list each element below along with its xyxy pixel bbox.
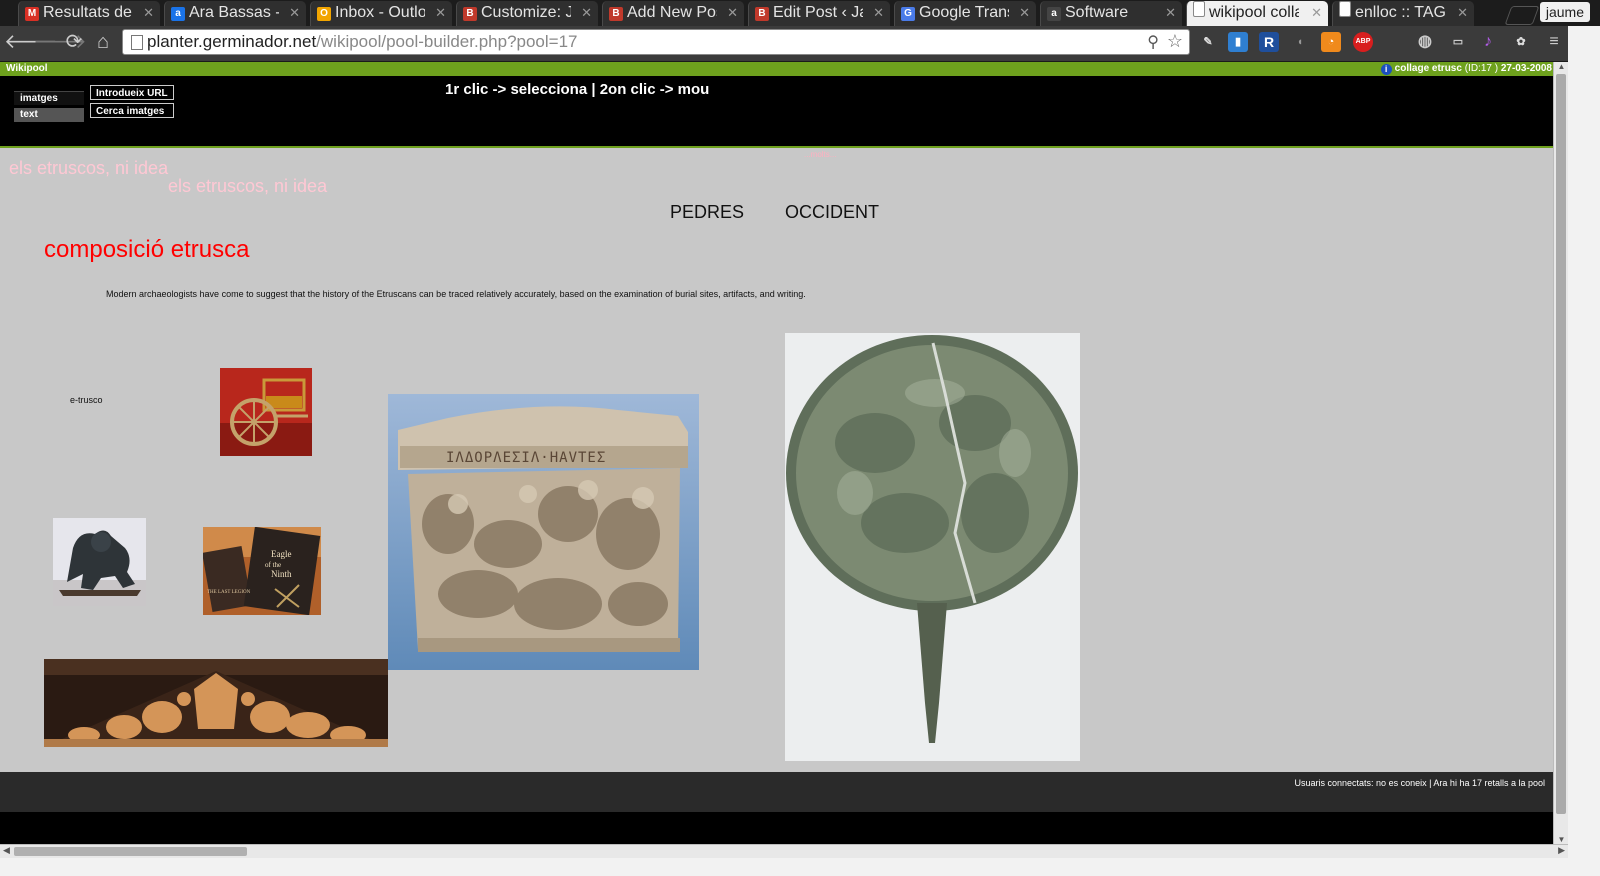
collage-heading[interactable]: composició etrusca xyxy=(44,236,249,264)
tab-3[interactable]: B Customize: J ✕ xyxy=(456,1,598,26)
pediment-frieze-image[interactable] xyxy=(44,659,388,747)
page-bottom-area xyxy=(0,812,1553,844)
tab-9[interactable]: enlloc :: TAG ✕ xyxy=(1332,1,1474,26)
collage-text-item[interactable]: e-trusco xyxy=(70,395,103,405)
search-images-button[interactable]: Cerca imatges xyxy=(90,103,174,118)
chariot-image[interactable] xyxy=(220,368,312,456)
collage-text-item[interactable]: els etruscos, ni idea xyxy=(168,176,327,197)
page-icon xyxy=(1193,1,1205,17)
tab-0[interactable]: M Resultats de ✕ xyxy=(18,1,160,26)
tab-6[interactable]: G Google Trans ✕ xyxy=(894,1,1036,26)
forward-button[interactable]: 🡒 xyxy=(33,30,87,54)
chimera-image[interactable] xyxy=(53,518,146,606)
info-icon[interactable]: i xyxy=(1380,64,1392,75)
wikipool-brand[interactable]: Wikipool xyxy=(6,63,48,74)
instructions-text: 1r clic -> selecciona | 2on clic -> mou xyxy=(445,81,710,98)
tab-7[interactable]: a Software ✕ xyxy=(1040,1,1182,26)
close-tab-icon[interactable]: ✕ xyxy=(1457,1,1468,25)
browser-tab-strip: M Resultats de ✕ a Ara Bassas - ✕ O Inbox - … xyxy=(0,0,1600,26)
close-tab-icon[interactable]: ✕ xyxy=(435,1,446,25)
wikipool-footer: Usuaris connectats: no es coneix | Ara h… xyxy=(0,772,1553,812)
scroll-right-icon[interactable]: ▶ xyxy=(1558,845,1565,856)
menu-icon[interactable]: ≡ xyxy=(1544,32,1564,52)
reload-button[interactable]: ⟳ xyxy=(62,30,86,54)
extension-off-icon[interactable]: ✿ xyxy=(1511,32,1531,52)
music-icon[interactable]: ♪ xyxy=(1478,32,1498,52)
close-tab-icon[interactable]: ✕ xyxy=(1019,1,1030,25)
home-button[interactable]: ⌂ xyxy=(91,30,115,54)
tab-8-active[interactable]: wikipool colla ✕ xyxy=(1186,1,1328,26)
collage-paragraph[interactable]: Modern archaeologists have come to sugge… xyxy=(106,289,806,299)
vertical-scrollbar[interactable]: ▲ ▼ xyxy=(1553,62,1569,844)
cinerary-urn-image[interactable]: ΙΛΔΟΡΛΕΣΙΛ·ΗΑVΤΕΣ xyxy=(388,394,699,670)
close-tab-icon[interactable]: ✕ xyxy=(1165,1,1176,25)
extension-r-icon[interactable]: R xyxy=(1259,32,1279,52)
blogger-icon: B xyxy=(755,7,769,21)
extension-audio-icon[interactable]: ◖ xyxy=(1290,32,1310,52)
window-edge xyxy=(1568,26,1600,876)
book-title-text: THE LAST LEGION xyxy=(207,590,251,595)
close-tab-icon[interactable]: ✕ xyxy=(289,1,300,25)
scrollbar-thumb[interactable] xyxy=(1556,74,1566,814)
close-tab-icon[interactable]: ✕ xyxy=(143,1,154,25)
translate-icon: G xyxy=(901,7,915,21)
zoom-icon[interactable]: ⚲ xyxy=(1147,32,1159,52)
collage-canvas[interactable]: els etruscos, ni idea els etruscos, ni i… xyxy=(0,148,1553,772)
amazon-icon: a xyxy=(1047,7,1061,21)
close-tab-icon[interactable]: ✕ xyxy=(727,1,738,25)
urn-inscription-text: ΙΛΔΟΡΛΕΣΙΛ·ΗΑVΤΕΣ xyxy=(446,450,606,466)
window-edge xyxy=(0,858,1600,876)
page-icon xyxy=(131,35,143,50)
scrollbar-thumb[interactable] xyxy=(14,847,247,856)
book-cover-image[interactable]: Eagle of the Ninth THE LAST LEGION xyxy=(203,527,321,615)
address-bar[interactable]: planter.germinador.net/wikipool/pool-bui… xyxy=(122,29,1190,55)
horizontal-scrollbar[interactable]: ◀ ▶ xyxy=(0,844,1568,859)
rss-icon[interactable]: ◔ xyxy=(1321,32,1341,52)
url-text: planter.germinador.net/wikipool/pool-bui… xyxy=(147,32,578,51)
close-tab-icon[interactable]: ✕ xyxy=(1311,1,1322,25)
extension-globe-icon[interactable]: ◍ xyxy=(1415,32,1435,52)
scroll-up-icon[interactable]: ▲ xyxy=(1554,62,1569,71)
tab-1[interactable]: a Ara Bassas - ✕ xyxy=(164,1,306,26)
wikipool-header: imatges text Introdueix URL Cerca imatge… xyxy=(0,76,1553,148)
close-tab-icon[interactable]: ✕ xyxy=(581,1,592,25)
bronze-mirror-image[interactable] xyxy=(785,333,1080,761)
collage-text-item[interactable]: els etruscos, ni idea xyxy=(9,158,168,179)
collage-text-item[interactable]: PEDRES xyxy=(670,202,744,223)
scroll-left-icon[interactable]: ◀ xyxy=(3,845,10,856)
close-tab-icon[interactable]: ✕ xyxy=(873,1,884,25)
bookmark-star-icon[interactable]: ☆ xyxy=(1167,31,1183,52)
gmail-icon: M xyxy=(25,7,39,21)
cast-icon[interactable]: ▭ xyxy=(1448,32,1468,52)
blogger-icon: B xyxy=(463,7,477,21)
outlook-icon: O xyxy=(317,7,331,21)
profile-button[interactable]: jaume xyxy=(1539,2,1590,22)
scroll-down-icon[interactable]: ▼ xyxy=(1554,835,1569,844)
ara-icon: a xyxy=(171,7,185,21)
wikipool-top-bar: Wikipool i collage etrusc (ID:17 ) 27-03-… xyxy=(0,62,1580,76)
book-title-text: of the xyxy=(265,561,281,569)
enter-url-button[interactable]: Introdueix URL xyxy=(90,85,174,100)
book-title-text: Ninth xyxy=(271,569,292,579)
mode-tab-images[interactable]: imatges xyxy=(14,91,84,105)
tab-4[interactable]: B Add New Pos ✕ xyxy=(602,1,744,26)
collage-text-item[interactable]: OCCIDENT xyxy=(785,202,879,223)
new-tab-button[interactable] xyxy=(1504,6,1540,25)
page-icon xyxy=(1339,1,1351,17)
tab-5[interactable]: B Edit Post ‹ Ja ✕ xyxy=(748,1,890,26)
browser-toolbar: 🡐 🡒 ⟳ ⌂ planter.germinador.net/wikipool/… xyxy=(0,26,1600,62)
back-button[interactable]: 🡐 xyxy=(4,30,58,54)
adblock-icon[interactable]: ABP xyxy=(1353,32,1373,52)
mode-tab-text[interactable]: text xyxy=(14,108,84,122)
footer-status-text: Usuaris connectats: no es coneix | Ara h… xyxy=(1294,778,1545,788)
book-title-text: Eagle xyxy=(271,549,292,559)
collage-text-item[interactable]: ...molts... xyxy=(804,150,836,159)
tab-2[interactable]: O Inbox - Outlo ✕ xyxy=(310,1,452,26)
pool-info: i collage etrusc (ID:17 ) 27-03-2008 xyxy=(1380,63,1552,75)
extension-pen-icon[interactable]: ✎ xyxy=(1198,32,1218,52)
extension-bookmark-icon[interactable]: ▮ xyxy=(1228,32,1248,52)
blogger-icon: B xyxy=(609,7,623,21)
